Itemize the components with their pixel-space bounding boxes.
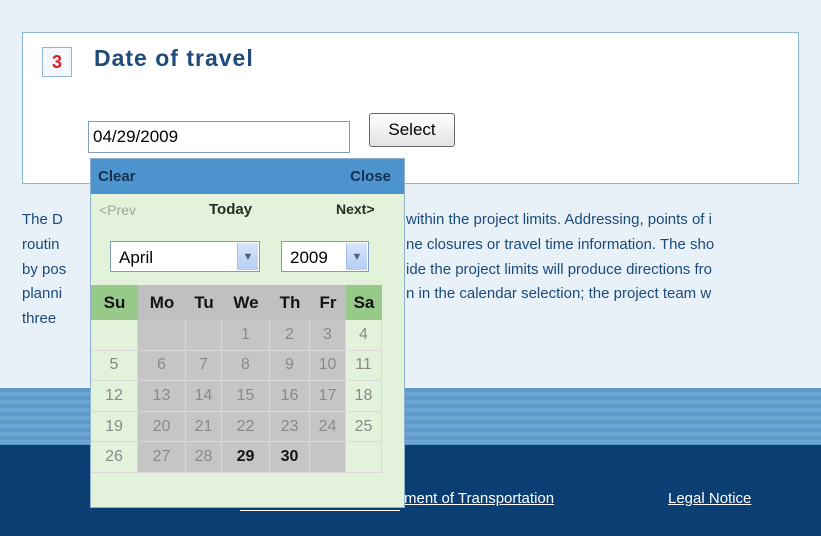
- calendar-day: 2: [270, 320, 310, 351]
- calendar-day: 21: [186, 411, 222, 443]
- weekday-header: We: [222, 285, 270, 320]
- calendar-day[interactable]: 30: [270, 442, 310, 473]
- description-line-right: within the project limits. Addressing, p…: [406, 211, 712, 228]
- weekday-header: Mo: [138, 285, 186, 320]
- calendar-day: 19: [91, 411, 138, 443]
- description-line-left: The D: [22, 211, 63, 228]
- calendar-empty-cell: [310, 442, 346, 473]
- calendar-day: 26: [91, 442, 138, 473]
- close-link[interactable]: Close: [350, 168, 391, 185]
- chevron-down-icon[interactable]: ▼: [346, 243, 367, 270]
- calendar-day: 22: [222, 411, 270, 443]
- month-select[interactable]: April ▼: [110, 241, 260, 272]
- calendar-day: 27: [138, 442, 186, 473]
- calendar-empty-cell: [91, 320, 138, 351]
- today-link[interactable]: Today: [209, 201, 252, 218]
- calendar-day: 16: [270, 381, 310, 412]
- footer-link-transportation[interactable]: ment of Transportation: [404, 490, 554, 507]
- description-line-right: n in the calendar selection; the project…: [406, 285, 712, 303]
- prev-month-link: <Prev: [99, 202, 136, 218]
- datepicker-popup: Clear Close <Prev Today Next> April ▼ 20…: [90, 158, 405, 508]
- weekday-header: Th: [270, 285, 310, 320]
- next-month-link[interactable]: Next>: [336, 201, 375, 217]
- weekday-header-row: Su Mo Tu We Th Fr Sa: [91, 285, 404, 320]
- travel-date-input[interactable]: [88, 121, 350, 153]
- calendar-day: 20: [138, 411, 186, 443]
- description-line-left: planni: [22, 285, 63, 303]
- datepicker-nav: <Prev Today Next>: [91, 194, 404, 234]
- calendar-day: 14: [186, 381, 222, 412]
- weekday-header: Sa: [346, 285, 382, 320]
- calendar-day: 23: [270, 411, 310, 443]
- description-line-left: three: [22, 310, 57, 328]
- calendar-day: 18: [346, 381, 382, 412]
- calendar-day: 7: [186, 350, 222, 382]
- calendar-day: 4: [346, 320, 382, 351]
- description-line-left: by pos: [22, 260, 67, 278]
- weekday-header: Fr: [310, 285, 346, 320]
- calendar-empty-cell: [186, 320, 222, 351]
- year-select-value: 2009: [290, 248, 328, 267]
- calendar-empty-cell: [346, 442, 382, 473]
- calendar-day: 1: [222, 320, 270, 351]
- calendar-day: 15: [222, 381, 270, 412]
- chevron-down-icon[interactable]: ▼: [237, 243, 258, 270]
- calendar-grid: 1 2 3 4 5 6 7 8 9 10 11 12 13 14 15 16 17 18 19 20 21 22 23 24 2…: [91, 320, 404, 507]
- calendar-day: 24: [310, 411, 346, 443]
- calendar-empty-cell: [138, 320, 186, 351]
- month-select-value: April: [119, 248, 154, 267]
- calendar-day: 9: [270, 350, 310, 382]
- calendar-day[interactable]: 29: [222, 442, 270, 473]
- year-select[interactable]: 2009 ▼: [281, 241, 369, 272]
- calendar-day: 6: [138, 350, 186, 382]
- section-number-badge: 3: [42, 47, 72, 77]
- clear-link[interactable]: Clear: [98, 168, 136, 185]
- calendar-day: 8: [222, 350, 270, 382]
- calendar-day: 28: [186, 442, 222, 473]
- calendar-day: 10: [310, 350, 346, 382]
- datepicker-header: Clear Close: [91, 159, 404, 194]
- description-line-left: routin: [22, 235, 60, 253]
- calendar-day: 17: [310, 381, 346, 412]
- calendar-day: 11: [346, 350, 382, 382]
- select-button[interactable]: Select: [369, 113, 455, 147]
- calendar-day: 12: [91, 381, 138, 412]
- calendar-day: 25: [346, 411, 382, 443]
- calendar-day: 5: [91, 350, 138, 382]
- calendar-day: 13: [138, 381, 186, 412]
- footer-link-legal-notice[interactable]: Legal Notice: [668, 490, 751, 507]
- weekday-header: Su: [91, 285, 138, 320]
- weekday-header: Tu: [186, 285, 222, 320]
- calendar-day: 3: [310, 320, 346, 351]
- description-line-right: ne closures or travel time information. …: [406, 235, 715, 253]
- footer-link-underline: [240, 510, 400, 511]
- description-line-right: ide the project limits will produce dire…: [406, 260, 712, 278]
- section-title: Date of travel: [94, 45, 254, 71]
